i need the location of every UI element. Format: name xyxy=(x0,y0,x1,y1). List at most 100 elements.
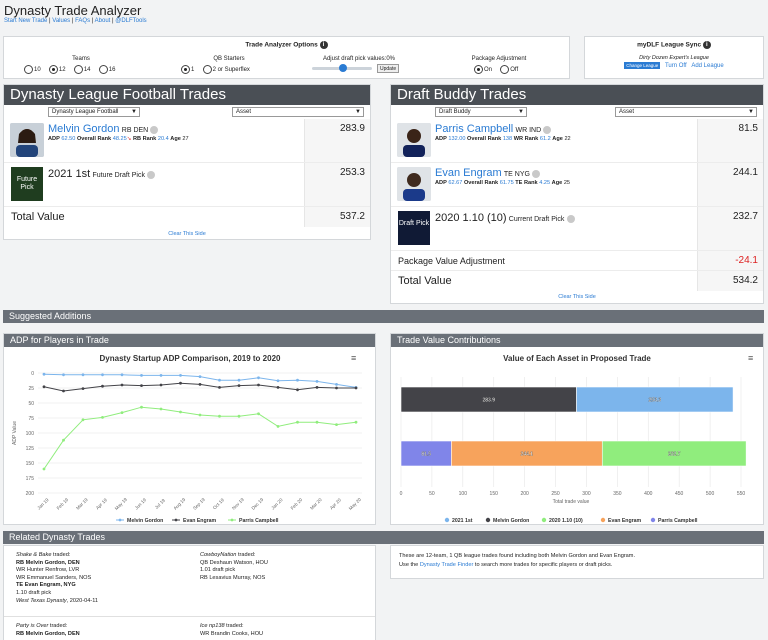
package-radio-off[interactable] xyxy=(500,65,510,75)
adp-line-chart: Dynasty Startup ADP Comparison, 2019 to … xyxy=(12,353,362,524)
player-info-icon[interactable] xyxy=(150,125,159,134)
data-point xyxy=(140,374,143,377)
series-line xyxy=(43,406,357,470)
data-point xyxy=(257,383,260,387)
player-meta: ADP 132.00 Overall Rank 138 WR Rank 61.2… xyxy=(435,136,571,142)
x-tick-label: Oct 19 xyxy=(212,497,225,510)
data-point xyxy=(276,379,280,383)
player-position: TE NYG xyxy=(503,171,530,178)
chevron-down-icon: ▼ xyxy=(131,109,137,115)
x-tick-label: Sep 19 xyxy=(192,497,206,511)
legend-marker xyxy=(230,518,234,522)
slider-handle[interactable] xyxy=(339,64,347,72)
bar-data-label: 253.3 xyxy=(649,398,662,404)
x-tick-label: 350 xyxy=(613,491,622,497)
teams-radio-10[interactable] xyxy=(24,65,33,75)
player-value: 81.5 xyxy=(697,119,763,162)
clear-left-link[interactable]: Clear This Side xyxy=(168,231,206,237)
package-row: Package Value Adjustment -24.1 xyxy=(391,251,763,271)
teams-radio-16[interactable] xyxy=(98,65,108,75)
legend-marker xyxy=(444,517,450,523)
player-name[interactable]: Parris Campbell xyxy=(435,123,513,135)
pick-label: 2021 1st xyxy=(48,168,91,180)
start-new-trade-link[interactable]: Start New Trade xyxy=(4,18,47,24)
legend-item: 2021 1st xyxy=(452,518,473,524)
legend-item: Parris Campbell xyxy=(239,518,279,524)
left-team-select[interactable]: Dynasty League Football ▼ xyxy=(48,107,140,117)
player-value: 283.9 xyxy=(304,119,370,162)
data-point xyxy=(140,384,143,387)
data-point xyxy=(42,372,46,376)
right-asset-select[interactable]: Asset ▼ xyxy=(615,107,757,117)
package-label: Package Adjustment xyxy=(471,56,527,62)
bar-data-label: 81.5 xyxy=(421,452,431,458)
pick-info-icon[interactable] xyxy=(566,214,575,223)
update-button[interactable]: Update xyxy=(377,64,400,73)
chart-menu-icon: ≡ xyxy=(748,353,753,363)
teams-radio-12[interactable] xyxy=(48,65,58,75)
legend-marker xyxy=(485,517,491,523)
teams-radio-group: 10 12 14 16 xyxy=(24,65,121,75)
league-sync-panel: myDLF League Sync i Dirty Dozen Expert's… xyxy=(584,36,764,79)
pick-sub: Current Draft Pick xyxy=(508,216,565,223)
data-point xyxy=(62,438,65,442)
values-link[interactable]: Values xyxy=(52,18,70,24)
player-info-icon[interactable] xyxy=(532,169,541,178)
y-axis-label: ADP Value xyxy=(12,421,18,445)
pick-info-icon[interactable] xyxy=(147,170,156,179)
trade-options-panel: Trade Analyzer Options i Teams 10 12 14 … xyxy=(3,36,570,79)
data-point xyxy=(276,425,280,428)
qb-radio-group: 1 2 or Superflex xyxy=(181,65,256,75)
package-radio-on[interactable] xyxy=(474,65,483,75)
total-row: Total Value 537.2 xyxy=(4,207,370,227)
data-point xyxy=(276,386,280,389)
faqs-link[interactable]: FAQs xyxy=(75,18,90,24)
data-point xyxy=(315,380,319,383)
x-tick-label: Apr 20 xyxy=(329,497,342,510)
teams-radio-14[interactable] xyxy=(73,65,83,75)
legend-marker xyxy=(600,517,606,523)
chart-title: Dynasty Startup ADP Comparison, 2019 to … xyxy=(100,354,282,363)
trade-a-party: Party is Over traded: RB Melvin Gordon, … xyxy=(16,623,80,637)
player-name[interactable]: Melvin Gordon xyxy=(48,123,120,135)
x-tick-label: 300 xyxy=(582,491,591,497)
player-info-icon[interactable] xyxy=(543,125,552,134)
about-link[interactable]: About xyxy=(95,18,111,24)
qb-radio-1[interactable] xyxy=(181,65,190,75)
change-league-button[interactable]: Change League xyxy=(624,62,661,69)
qb-radio-superflex[interactable] xyxy=(202,65,212,75)
add-league-link[interactable]: Add League xyxy=(691,63,723,69)
sync-info-icon[interactable]: i xyxy=(702,41,711,49)
right-team-select[interactable]: Draft Buddy ▼ xyxy=(435,107,527,117)
y-tick-label: 75 xyxy=(28,416,34,422)
turn-off-link[interactable]: Turn Off xyxy=(665,63,687,69)
player-row: Evan Engram TE NYG ADP 62.67 Overall Ran… xyxy=(391,163,763,207)
x-tick-label: Mar 20 xyxy=(309,497,323,511)
dlftools-link[interactable]: @DLFTools xyxy=(115,18,146,24)
info-icon[interactable]: i xyxy=(319,41,328,49)
x-tick-label: Jan 20 xyxy=(270,497,284,511)
suggested-additions-bar[interactable]: Suggested Additions xyxy=(3,310,764,323)
player-name[interactable]: Evan Engram xyxy=(435,167,502,179)
pick-row: Draft Pick 2020 1.10 (10) Current Draft … xyxy=(391,207,763,251)
data-point xyxy=(296,378,299,382)
pick-value: 232.7 xyxy=(697,207,763,250)
left-trade-title: Dynasty League Football Trades xyxy=(4,85,370,105)
data-point xyxy=(62,373,65,377)
trade-finder-link[interactable]: Dynasty Trade Finder xyxy=(420,562,473,568)
data-point xyxy=(101,384,104,388)
y-tick-label: 175 xyxy=(26,476,35,482)
data-point xyxy=(159,383,163,387)
y-tick-label: 0 xyxy=(31,371,34,377)
left-asset-select[interactable]: Asset ▼ xyxy=(232,107,364,117)
x-tick-label: 150 xyxy=(490,491,499,497)
clear-right-link[interactable]: Clear This Side xyxy=(558,294,596,300)
data-point xyxy=(81,418,85,422)
draft-adjust-slider[interactable] xyxy=(312,64,372,72)
player-row: Parris Campbell WR IND ADP 132.00 Overal… xyxy=(391,119,763,163)
pick-sub: Future Draft Pick xyxy=(92,172,145,179)
data-point xyxy=(354,386,358,390)
data-point xyxy=(120,383,124,387)
bar-data-label: 244.1 xyxy=(521,452,534,458)
legend-item: Melvin Gordon xyxy=(127,518,163,524)
